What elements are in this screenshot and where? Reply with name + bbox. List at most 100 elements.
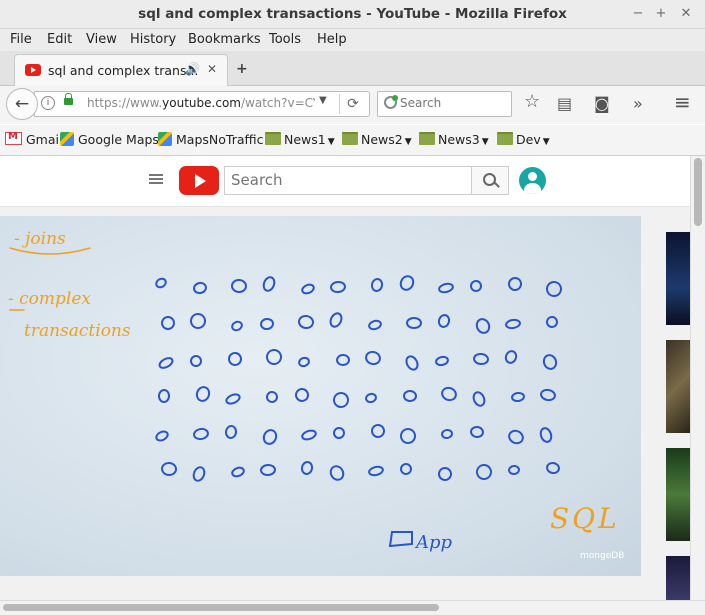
- tab-youtube[interactable]: sql and complex trans... 🔊 ✕: [14, 54, 228, 86]
- minimize-button[interactable]: −: [628, 4, 648, 24]
- menu-help[interactable]: Help: [317, 32, 347, 47]
- overflow-button[interactable]: »: [633, 94, 643, 113]
- ink-circle: [193, 427, 209, 441]
- folder-icon: [497, 132, 513, 145]
- close-window-button[interactable]: ✕: [676, 4, 696, 24]
- ink-circle: [262, 276, 276, 292]
- youtube-search-box[interactable]: [224, 166, 472, 195]
- bookmark-folder-news3[interactable]: News3 ▼: [419, 132, 489, 147]
- lock-icon[interactable]: [64, 93, 73, 105]
- ink-circle: [260, 317, 274, 331]
- ink-circle: [333, 392, 349, 408]
- note-transactions: transactions: [24, 321, 131, 341]
- pocket-icon[interactable]: ◙: [594, 94, 610, 113]
- search-icon: [483, 173, 496, 186]
- tab-strip: sql and complex trans... 🔊 ✕ +: [0, 51, 705, 86]
- ink-circle: [406, 317, 422, 329]
- url-dropdown-icon[interactable]: ▼: [319, 95, 327, 106]
- menu-view[interactable]: View: [86, 32, 117, 47]
- browser-search-input[interactable]: [400, 94, 500, 112]
- bookmark-folder-news2[interactable]: News2 ▼: [342, 132, 412, 147]
- maximize-button[interactable]: +: [651, 4, 671, 24]
- youtube-search-input[interactable]: [231, 170, 461, 190]
- vertical-scrollbar[interactable]: [690, 156, 705, 600]
- ink-circle: [298, 356, 310, 368]
- menu-tools[interactable]: Tools: [269, 32, 301, 47]
- mongodb-watermark: mongoDB: [580, 551, 624, 561]
- video-player[interactable]: - joins - complex transactions App SQL m…: [0, 216, 641, 576]
- navigation-bar: i https://www.youtube.com/watch?v=CYdjI …: [0, 86, 705, 124]
- youtube-logo[interactable]: [179, 166, 219, 195]
- ink-circle: [298, 314, 314, 330]
- folder-icon: [342, 132, 358, 145]
- related-video-thumbnail[interactable]: [666, 340, 690, 433]
- youtube-search-button[interactable]: [471, 166, 509, 195]
- window-titlebar: sql and complex transactions - YouTube -…: [0, 0, 705, 29]
- ink-circle: [470, 425, 484, 439]
- tab-label: sql and complex trans...: [48, 63, 199, 78]
- app-label: App: [414, 532, 453, 553]
- ink-marks: [155, 275, 562, 482]
- menu-file[interactable]: File: [10, 32, 32, 47]
- new-tab-button[interactable]: +: [236, 61, 248, 77]
- folder-icon: [419, 132, 435, 145]
- ink-circle: [266, 391, 278, 403]
- menu-bookmarks[interactable]: Bookmarks: [188, 32, 261, 47]
- menu-edit[interactable]: Edit: [47, 32, 72, 47]
- avatar[interactable]: [519, 167, 546, 194]
- bookmark-google-maps[interactable]: Google Maps: [60, 132, 159, 147]
- menu-bar: File Edit View History Bookmarks Tools H…: [0, 29, 705, 51]
- ink-circle: [539, 427, 553, 443]
- info-icon[interactable]: i: [41, 96, 55, 110]
- bookmark-maps-no-traffic[interactable]: MapsNoTraffic: [158, 132, 263, 147]
- maps-icon: [158, 132, 172, 146]
- ink-circle: [329, 312, 343, 328]
- ink-circle: [399, 275, 415, 291]
- ink-circle: [470, 280, 482, 292]
- folder-icon: [265, 132, 281, 145]
- ink-circle: [365, 392, 377, 404]
- ink-circle: [260, 463, 276, 477]
- ink-circle: [193, 281, 207, 295]
- ink-circle: [225, 393, 241, 405]
- related-video-thumbnail[interactable]: [666, 448, 690, 541]
- related-video-thumbnail[interactable]: [666, 556, 690, 600]
- horizontal-scroll-thumb[interactable]: [3, 604, 439, 611]
- hamburger-menu-button[interactable]: ≡: [674, 90, 691, 114]
- ink-circle: [231, 466, 245, 478]
- menu-history[interactable]: History: [130, 32, 176, 47]
- bookmark-star-icon[interactable]: ☆: [524, 91, 540, 112]
- vertical-scroll-thumb[interactable]: [694, 158, 702, 226]
- url-bar[interactable]: i https://www.youtube.com/watch?v=CYdjI …: [34, 91, 370, 117]
- ink-circle: [475, 318, 491, 334]
- ink-circle: [301, 283, 315, 295]
- ink-circle: [157, 389, 171, 403]
- reload-button[interactable]: ⟳: [339, 94, 366, 114]
- related-video-thumbnail[interactable]: [666, 232, 690, 325]
- tab-close-icon[interactable]: ✕: [207, 62, 217, 76]
- bookmark-folder-news1[interactable]: News1 ▼: [265, 132, 335, 147]
- note-joins: - joins: [14, 229, 66, 249]
- ink-circle: [437, 314, 451, 328]
- back-button[interactable]: ←: [6, 88, 38, 120]
- ink-circle: [192, 466, 206, 482]
- reading-list-icon[interactable]: ▤: [557, 94, 572, 113]
- browser-search-box[interactable]: [377, 91, 512, 117]
- ink-circle: [224, 425, 238, 439]
- ink-circle: [228, 352, 242, 366]
- search-engine-icon: [384, 95, 398, 109]
- ink-circle: [400, 463, 412, 475]
- gmail-icon: [5, 131, 22, 145]
- speaker-icon[interactable]: 🔊: [185, 62, 200, 76]
- url-text[interactable]: https://www.youtube.com/watch?v=CYdjI: [87, 96, 315, 110]
- bookmark-folder-dev[interactable]: Dev ▼: [497, 132, 550, 147]
- ink-circle: [438, 467, 452, 481]
- youtube-menu-icon[interactable]: [149, 174, 163, 176]
- ink-circle: [472, 391, 486, 407]
- ink-circle: [403, 389, 417, 403]
- ink-circle: [231, 320, 243, 332]
- bookmark-gmail[interactable]: Gmail: [5, 131, 62, 147]
- ink-circle: [300, 461, 314, 475]
- horizontal-scrollbar[interactable]: [0, 600, 705, 615]
- window-title: sql and complex transactions - YouTube -…: [138, 6, 567, 22]
